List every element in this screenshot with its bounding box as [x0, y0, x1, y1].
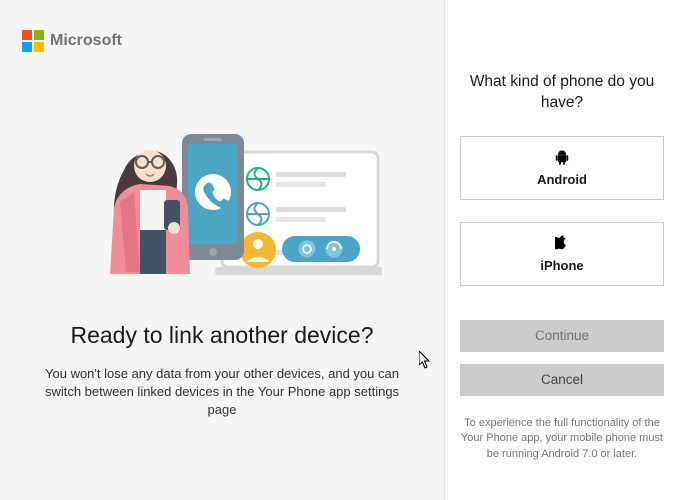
right-panel: What kind of phone do you have? Android … — [444, 0, 679, 500]
option-label: Android — [537, 172, 587, 187]
continue-button[interactable]: Continue — [460, 320, 664, 352]
footnote: To experience the full functionality of … — [460, 416, 664, 462]
brand-block: Microsoft — [0, 0, 444, 52]
brand-name: Microsoft — [50, 32, 122, 50]
page-subtitle: You won't lose any data from your other … — [30, 365, 414, 420]
option-label: iPhone — [540, 258, 583, 273]
option-android[interactable]: Android — [460, 136, 664, 200]
hero-illustration — [0, 52, 444, 302]
left-text-block: Ready to link another device? You won't … — [0, 302, 444, 420]
left-panel: Microsoft — [0, 0, 444, 500]
right-title: What kind of phone do you have? — [460, 0, 664, 136]
microsoft-logo-icon — [22, 30, 44, 52]
option-iphone[interactable]: iPhone — [460, 222, 664, 286]
apple-icon — [554, 235, 570, 253]
page-title: Ready to link another device? — [30, 322, 414, 349]
cancel-button[interactable]: Cancel — [460, 364, 664, 396]
android-icon — [554, 149, 570, 167]
